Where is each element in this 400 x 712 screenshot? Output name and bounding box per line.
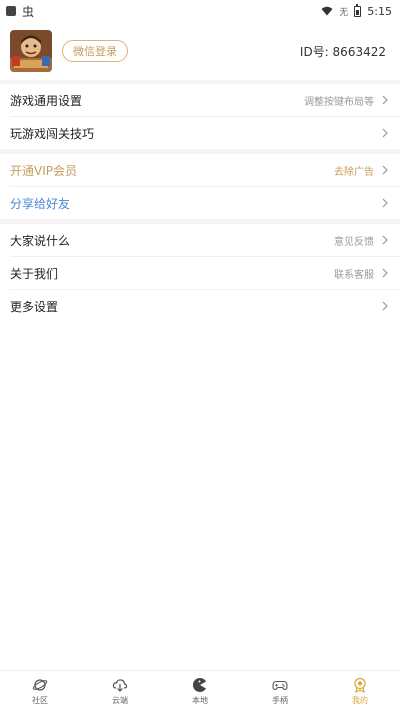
bug-icon: 虫	[22, 4, 35, 19]
nav-label: 社区	[32, 696, 48, 705]
chevron-right-icon	[382, 128, 388, 138]
menu-label: 更多设置	[10, 299, 59, 314]
medal-icon	[354, 677, 366, 693]
menu-hint: 联系客服	[334, 269, 374, 281]
menu-game-settings[interactable]: 游戏通用设置 调整按键布局等	[0, 84, 400, 116]
cloud-download-icon	[112, 679, 128, 692]
chevron-right-icon	[382, 268, 388, 278]
menu-vip[interactable]: 开通VIP会员 去除广告	[0, 154, 400, 186]
menu-more-settings[interactable]: 更多设置	[0, 290, 400, 322]
menu-game-tips[interactable]: 玩游戏闯关技巧	[0, 117, 400, 149]
wechat-login-button[interactable]: 微信登录	[62, 40, 128, 62]
gamepad-icon	[272, 680, 288, 691]
status-time: 5:15	[367, 4, 392, 18]
chevron-right-icon	[382, 95, 388, 105]
nav-community[interactable]: 社区	[10, 677, 70, 706]
status-bar: 虫 无 5:15	[0, 0, 400, 22]
status-right: 无 5:15	[321, 3, 392, 18]
menu-label: 大家说什么	[10, 233, 71, 248]
nav-label: 我的	[352, 696, 368, 705]
battery-icon	[354, 3, 362, 17]
no-sim-icon: 无	[339, 7, 349, 18]
user-id: ID号: 8663422	[299, 44, 386, 59]
menu-label: 分享给好友	[10, 196, 71, 211]
status-left: 虫	[6, 3, 34, 20]
wifi-icon	[321, 6, 333, 16]
menu-hint: 调整按键布局等	[304, 96, 374, 108]
menu-label: 玩游戏闯关技巧	[10, 126, 95, 141]
menu-share[interactable]: 分享给好友	[0, 187, 400, 219]
chevron-right-icon	[382, 165, 388, 175]
app-notification-icon	[6, 6, 16, 16]
nav-label: 本地	[192, 696, 208, 705]
nav-local[interactable]: 本地	[170, 677, 230, 706]
nav-label: 云端	[112, 696, 128, 705]
menu-label: 开通VIP会员	[10, 163, 77, 178]
nav-label: 手柄	[272, 696, 288, 705]
pacman-icon	[192, 678, 206, 692]
nav-mine[interactable]: 我的	[330, 677, 390, 706]
nav-cloud[interactable]: 云端	[90, 677, 150, 706]
avatar-image	[10, 30, 52, 72]
menu-hint: 去除广告	[334, 166, 374, 178]
menu-about[interactable]: 关于我们 联系客服	[0, 257, 400, 289]
chevron-right-icon	[382, 301, 388, 311]
menu-feedback[interactable]: 大家说什么 意见反馈	[0, 224, 400, 256]
planet-icon	[32, 679, 48, 691]
bottom-nav: 社区 云端 本地 手柄 我的	[0, 670, 400, 712]
nav-gamepad[interactable]: 手柄	[250, 677, 310, 706]
chevron-right-icon	[382, 235, 388, 245]
avatar[interactable]	[10, 30, 52, 72]
chevron-right-icon	[382, 198, 388, 208]
menu-label: 关于我们	[10, 266, 59, 281]
menu-label: 游戏通用设置	[10, 93, 83, 108]
menu-hint: 意见反馈	[334, 236, 374, 248]
profile-header: 微信登录 ID号: 8663422	[0, 22, 400, 80]
